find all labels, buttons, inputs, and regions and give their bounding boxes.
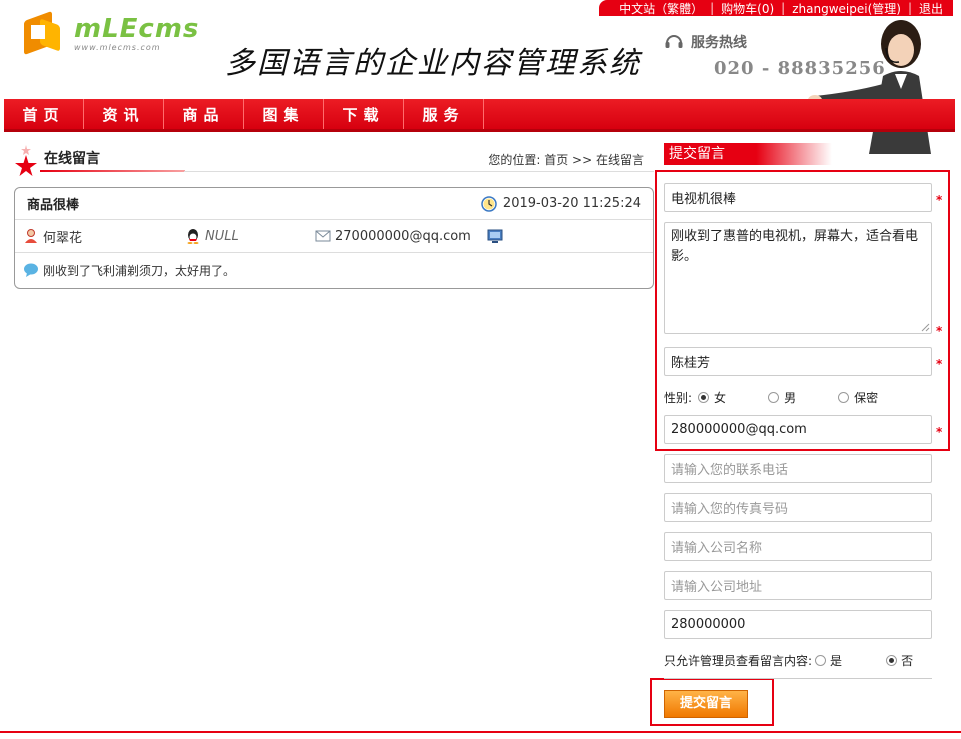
message-datetime: 2019-03-20 11:25:24 xyxy=(502,196,641,211)
nav-item-products[interactable]: 商品 xyxy=(164,99,244,129)
user-icon xyxy=(25,229,37,243)
cart-link[interactable]: 购物车(0) xyxy=(721,0,774,17)
nav-item-gallery[interactable]: 图集 xyxy=(244,99,324,129)
star-icon xyxy=(15,145,37,176)
breadcrumb: 您的位置: 首页 >> 在线留言 xyxy=(488,151,644,168)
resize-handle-icon[interactable] xyxy=(921,323,930,332)
gender-radio-secret[interactable] xyxy=(838,392,850,403)
fax-input[interactable]: 请输入您的传真号码 xyxy=(664,493,932,522)
qq-icon xyxy=(187,229,199,244)
message-email: 270000000@qq.com xyxy=(335,228,471,244)
required-mark: * xyxy=(936,357,943,371)
form-header: 提交留言 xyxy=(664,143,832,165)
logo-url: www.mlecms.com xyxy=(74,42,161,52)
top-separator: | xyxy=(907,1,912,15)
gender-label: 性别: xyxy=(664,391,693,405)
admin-only-radio-group: 只允许管理员查看留言内容: 是 否 xyxy=(664,652,913,669)
admin-only-option-no: 否 xyxy=(901,654,914,668)
clock-icon xyxy=(481,195,497,212)
required-mark: * xyxy=(936,324,943,338)
main-nav: 首页 资讯 商品 图集 下载 服务 xyxy=(4,99,955,132)
message-card: 商品很棒 2019-03-20 11:25:24 何翠花 NULL 270000… xyxy=(14,187,654,289)
breadcrumb-home-link[interactable]: 首页 xyxy=(544,153,568,167)
nav-item-news[interactable]: 资讯 xyxy=(84,99,164,129)
footer-line xyxy=(0,731,961,733)
section-title: 在线留言 xyxy=(44,151,100,167)
message-qq: NULL xyxy=(205,228,239,244)
headset-icon xyxy=(665,35,683,48)
hotline-label: 服务热线 xyxy=(691,35,747,51)
breadcrumb-prefix: 您的位置: xyxy=(488,153,541,167)
nav-item-home[interactable]: 首页 xyxy=(4,99,84,129)
website-icon[interactable] xyxy=(487,228,503,244)
content-textarea[interactable]: 刚收到了惠普的电视机，屏幕大，适合看电影。 xyxy=(664,222,932,334)
title-underline xyxy=(40,170,185,172)
email-input[interactable]: 280000000@qq.com xyxy=(664,415,932,444)
nav-item-download[interactable]: 下载 xyxy=(324,99,404,129)
phone-input[interactable]: 请输入您的联系电话 xyxy=(664,454,932,483)
required-mark: * xyxy=(936,193,943,207)
speech-bubble-icon xyxy=(24,263,38,277)
required-mark: * xyxy=(936,425,943,439)
qq-input[interactable]: 280000000 xyxy=(664,610,932,639)
header-divider xyxy=(184,171,654,172)
gender-radio-group: 性别: 女 男 保密 xyxy=(664,389,878,406)
admin-only-option-yes: 是 xyxy=(830,654,843,668)
breadcrumb-separator: >> xyxy=(572,153,593,167)
message-subject: 商品很棒 xyxy=(27,198,80,213)
top-separator: | xyxy=(781,1,786,15)
admin-only-label: 只允许管理员查看留言内容: xyxy=(664,654,813,668)
admin-only-radio-no[interactable] xyxy=(886,655,898,666)
nav-item-service[interactable]: 服务 xyxy=(404,99,484,129)
message-content: 刚收到了飞利浦剃须刀，太好用了。 xyxy=(43,263,236,278)
gender-option-male: 男 xyxy=(784,391,797,405)
logo-cube-icon xyxy=(22,10,68,56)
language-link[interactable]: 中文站（繁體） xyxy=(619,0,703,17)
submit-button[interactable]: 提交留言 xyxy=(664,690,748,718)
admin-only-radio-yes[interactable] xyxy=(815,655,827,666)
title-input[interactable]: 电视机很棒 xyxy=(664,183,932,212)
company-input[interactable]: 请输入公司名称 xyxy=(664,532,932,561)
form-divider xyxy=(664,678,932,679)
logo-text: mLEcms xyxy=(74,13,200,44)
section-header: 在线留言 您的位置: 首页 >> 在线留言 xyxy=(14,145,654,176)
address-input[interactable]: 请输入公司地址 xyxy=(664,571,932,600)
site-logo[interactable]: mLEcms www.mlecms.com xyxy=(22,10,200,56)
site-slogan: 多国语言的企业内容管理系统 xyxy=(225,46,641,81)
name-input[interactable]: 陈桂芳 xyxy=(664,347,932,376)
customer-service-agent-image xyxy=(808,20,931,154)
gender-radio-female[interactable] xyxy=(698,392,710,403)
gender-radio-male[interactable] xyxy=(768,392,780,403)
gender-option-female: 女 xyxy=(714,391,727,405)
email-icon xyxy=(315,230,331,242)
breadcrumb-current: 在线留言 xyxy=(595,153,644,167)
message-author: 何翠花 xyxy=(43,230,83,246)
gender-option-secret: 保密 xyxy=(854,391,879,405)
top-separator: | xyxy=(710,1,715,15)
